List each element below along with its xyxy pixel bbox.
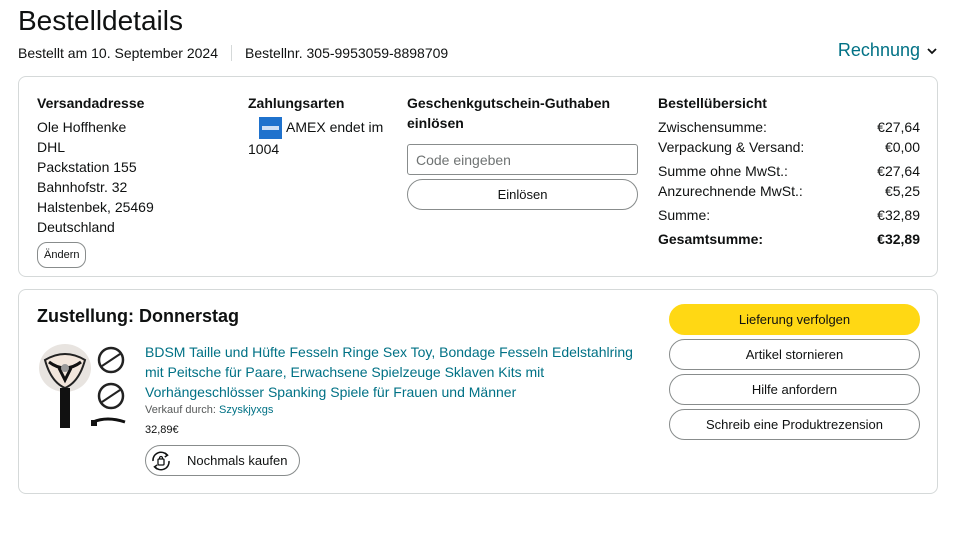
order-number: Bestellnr. 305-9953059-8898709	[245, 45, 449, 61]
track-package-button[interactable]: Lieferung verfolgen	[669, 304, 920, 335]
gift-code-input[interactable]	[407, 144, 638, 175]
order-info-panel: Versandadresse Ole Hoffhenke DHL Packsta…	[18, 76, 938, 277]
payment-card: AMEX endet im	[248, 117, 398, 140]
summary-row-net: Summe ohne MwSt.: €27,64	[658, 161, 920, 181]
change-address-button[interactable]: Ändern	[37, 242, 87, 268]
summary-label: Anzurechnende MwSt.:	[658, 183, 803, 199]
gift-card-heading: Geschenkgutschein-Guthaben einlösen	[407, 95, 611, 131]
buy-again-button[interactable]: Nochmals kaufen	[145, 445, 300, 476]
payment-method: Zahlungsarten AMEX endet im 1004	[248, 93, 398, 159]
summary-value: €5,25	[884, 183, 920, 199]
product-image[interactable]	[35, 338, 133, 434]
buy-again-label: Nochmals kaufen	[187, 453, 288, 468]
address-line: Bahnhofstr. 32	[37, 179, 128, 195]
invoice-label: Rechnung	[837, 40, 920, 60]
page-title: Bestelldetails	[18, 5, 183, 36]
address-line: Ole Hoffhenke	[37, 119, 127, 135]
summary-label: Summe ohne MwSt.:	[658, 163, 788, 179]
order-summary-heading: Bestellübersicht	[658, 95, 767, 111]
seller-prefix: Verkauf durch:	[145, 404, 216, 416]
buy-again-icon	[152, 451, 170, 470]
product-price: 32,89€	[145, 424, 179, 436]
shipping-address-heading: Versandadresse	[37, 95, 145, 111]
order-summary: Bestellübersicht Zwischensumme: €27,64 V…	[658, 93, 920, 249]
invoice-dropdown[interactable]: Rechnung	[838, 40, 938, 61]
order-actions: Lieferung verfolgen Artikel stornieren H…	[669, 304, 920, 444]
gift-card-section: Geschenkgutschein-Guthaben einlösen Einl…	[407, 93, 639, 210]
summary-label: Gesamtsumme:	[658, 231, 764, 247]
order-meta: Bestellt am 10. September 2024 Bestellnr…	[18, 45, 448, 61]
cancel-item-button[interactable]: Artikel stornieren	[669, 339, 920, 370]
payment-heading: Zahlungsarten	[248, 95, 345, 111]
shipping-address: Versandadresse Ole Hoffhenke DHL Packsta…	[37, 93, 227, 268]
divider	[231, 45, 233, 61]
summary-value: €27,64	[877, 119, 920, 135]
product-title-link[interactable]: BDSM Taille und Hüfte Fesseln Ringe Sex …	[145, 342, 645, 402]
address-line: Halstenbek, 25469	[37, 199, 154, 215]
summary-label: Zwischensumme:	[658, 119, 767, 135]
summary-row-shipping: Verpackung & Versand: €0,00	[658, 137, 920, 157]
summary-row-total: Gesamtsumme: €32,89	[658, 229, 920, 249]
card-digits: 1004	[248, 141, 280, 158]
summary-row-subtotal: Zwischensumme: €27,64	[658, 117, 920, 137]
card-text: AMEX endet im	[286, 119, 384, 135]
summary-row-sum: Summe: €32,89	[658, 205, 920, 225]
redeem-button[interactable]: Einlösen	[407, 179, 638, 210]
address-line: Deutschland	[37, 219, 115, 235]
summary-value: €27,64	[877, 163, 920, 179]
amex-card-icon	[259, 117, 282, 140]
address-line: DHL	[37, 139, 66, 155]
delivery-title: Zustellung: Donnerstag	[37, 306, 239, 326]
summary-value: €32,89	[877, 207, 920, 223]
summary-row-vat: Anzurechnende MwSt.: €5,25	[658, 181, 920, 201]
seller-line: Verkauf durch: Szyskjyxgs	[145, 404, 273, 416]
get-help-button[interactable]: Hilfe anfordern	[669, 374, 920, 405]
summary-label: Summe:	[658, 207, 711, 223]
seller-link[interactable]: Szyskjyxgs	[219, 404, 273, 416]
summary-value: €0,00	[884, 139, 920, 155]
summary-label: Verpackung & Versand:	[658, 139, 805, 155]
chevron-down-icon	[927, 47, 937, 54]
delivery-panel: Zustellung: Donnerstag BDSM Taille und H…	[18, 289, 938, 494]
summary-value: €32,89	[877, 231, 920, 247]
address-line: Packstation 155	[37, 159, 137, 175]
write-review-button[interactable]: Schreib eine Produktrezension	[669, 409, 920, 440]
order-date: Bestellt am 10. September 2024	[18, 45, 219, 61]
